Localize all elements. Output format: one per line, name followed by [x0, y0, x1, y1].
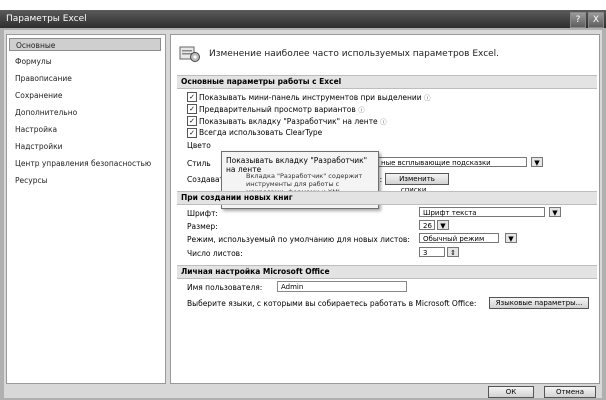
spin-icon[interactable]: ⇕	[447, 247, 459, 257]
options-panel: Изменение наиболее часто используемых па…	[170, 34, 600, 384]
live-preview-checkbox[interactable]: ✓	[187, 104, 197, 114]
nav-item-formulas[interactable]: Формулы	[9, 55, 161, 68]
sheets-count-input[interactable]: 3	[419, 247, 445, 257]
user-name-label: Имя пользователя:	[187, 283, 263, 292]
live-preview-label: Предварительный просмотр вариантов	[199, 105, 356, 114]
title-bar: Параметры Excel ? X	[0, 10, 606, 28]
chevron-down-icon[interactable]: ▼	[531, 157, 543, 167]
close-button[interactable]: X	[588, 12, 604, 28]
cleartype-label: Всегда использовать ClearType	[199, 128, 323, 137]
nav-item-general[interactable]: Основные	[9, 38, 161, 51]
color-scheme-label: Цвето	[187, 141, 211, 150]
developer-tab-row: Показывать вкладку "Разработчик" на лент…	[199, 116, 387, 126]
languages-label: Выберите языки, с которыми вы собираетес…	[187, 299, 477, 308]
live-preview-row: Предварительный просмотр вариантов ⓘ	[199, 104, 365, 114]
section-new-header: При создании новых книг	[177, 191, 597, 205]
section-personal-header: Личная настройка Microsoft Office	[177, 265, 597, 279]
tip-style-dropdown[interactable]: ные всплывающие подсказки	[377, 157, 527, 167]
nav-item-trust-center[interactable]: Центр управления безопасностью	[9, 157, 161, 170]
nav-item-addins[interactable]: Надстройки	[9, 140, 161, 153]
section-main-title: Основные параметры работы с Excel	[181, 77, 342, 86]
size-label: Размер:	[187, 222, 218, 231]
chevron-down-icon[interactable]: ▼	[549, 207, 561, 217]
section-personal-title: Личная настройка Microsoft Office	[181, 267, 330, 276]
mini-toolbar-label: Показывать мини-панель инструментов при …	[199, 93, 422, 102]
sheets-label: Число листов:	[187, 249, 243, 258]
section-main-header: Основные параметры работы с Excel	[177, 75, 597, 89]
nav-item-proofing[interactable]: Правописание	[9, 72, 161, 85]
user-name-input[interactable]: Admin	[277, 281, 407, 292]
info-icon: ⓘ	[424, 94, 431, 102]
mini-toolbar-checkbox[interactable]: ✓	[187, 92, 197, 102]
view-label: Режим, используемый по умолчанию для нов…	[187, 235, 410, 244]
font-label: Шрифт:	[187, 209, 218, 218]
developer-tab-label: Показывать вкладку "Разработчик" на лент…	[199, 117, 378, 126]
options-dialog: Параметры Excel ? X Основные Формулы Пра…	[0, 10, 606, 400]
mini-toolbar-row: Показывать мини-панель инструментов при …	[199, 92, 431, 102]
nav-item-customize[interactable]: Настройка	[9, 123, 161, 136]
view-dropdown[interactable]: Обычный режим	[419, 233, 499, 243]
section-new-title: При создании новых книг	[181, 193, 293, 202]
nav-item-save[interactable]: Сохранение	[9, 89, 161, 102]
category-list: Основные Формулы Правописание Сохранение…	[6, 34, 166, 384]
options-header-icon	[179, 46, 200, 62]
dialog-client: Основные Формулы Правописание Сохранение…	[4, 30, 602, 398]
cancel-button[interactable]: Отмена	[544, 386, 596, 398]
panel-header: Изменение наиболее часто используемых па…	[209, 49, 500, 59]
chevron-down-icon[interactable]: ▼	[437, 220, 449, 230]
chevron-down-icon[interactable]: ▼	[505, 233, 517, 243]
edit-lists-button[interactable]: Изменить списки...	[385, 173, 449, 194]
nav-item-advanced[interactable]: Дополнительно	[9, 106, 161, 119]
language-settings-button[interactable]: Языковые параметры...	[489, 297, 589, 309]
cleartype-checkbox[interactable]: ✓	[187, 128, 197, 138]
info-icon: ⓘ	[358, 106, 365, 114]
help-button[interactable]: ?	[570, 12, 586, 28]
font-dropdown[interactable]: Шрифт текста	[419, 207, 545, 217]
window-title: Параметры Excel	[6, 14, 87, 24]
ok-button[interactable]: ОК	[488, 386, 534, 398]
developer-tab-checkbox[interactable]: ✓	[187, 116, 197, 126]
tip-style-label: Стиль	[187, 159, 211, 168]
size-dropdown[interactable]: 26	[419, 220, 435, 230]
info-icon: ⓘ	[380, 118, 387, 126]
nav-item-resources[interactable]: Ресурсы	[9, 174, 161, 187]
